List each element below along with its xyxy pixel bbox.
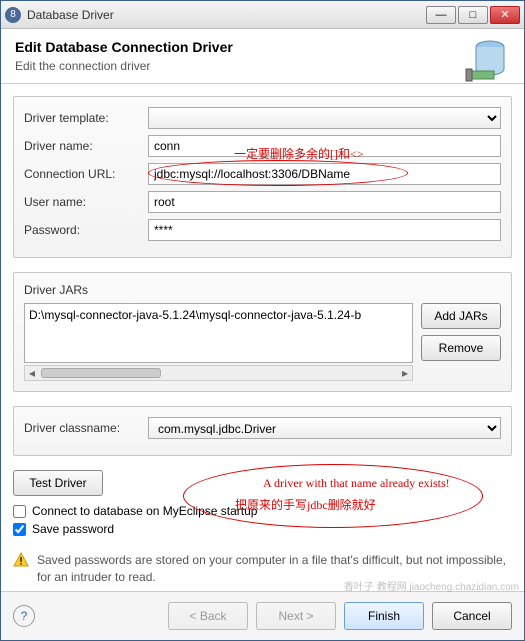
window: 8 Database Driver — □ ✕ Edit Database Co… bbox=[0, 0, 525, 641]
driver-fields: Driver template: Driver name: Connection… bbox=[13, 96, 512, 258]
window-buttons: — □ ✕ bbox=[426, 6, 520, 24]
window-title: Database Driver bbox=[27, 8, 426, 22]
list-item[interactable]: D:\mysql-connector-java-5.1.24\mysql-con… bbox=[29, 308, 408, 322]
pass-label: Password: bbox=[24, 223, 142, 237]
jars-label: Driver JARs bbox=[24, 283, 501, 297]
save-password-checkbox[interactable] bbox=[13, 523, 26, 536]
jars-list[interactable]: D:\mysql-connector-java-5.1.24\mysql-con… bbox=[24, 303, 413, 363]
template-select[interactable] bbox=[148, 107, 501, 129]
minimize-button[interactable]: — bbox=[426, 6, 456, 24]
template-label: Driver template: bbox=[24, 111, 142, 125]
save-password-label: Save password bbox=[32, 522, 114, 536]
url-input[interactable] bbox=[148, 163, 501, 185]
add-jars-button[interactable]: Add JARs bbox=[421, 303, 501, 329]
user-label: User name: bbox=[24, 195, 142, 209]
content: Driver template: Driver name: Connection… bbox=[1, 84, 524, 591]
jars-scrollbar[interactable]: ◂ ▸ bbox=[24, 365, 413, 381]
connect-startup-checkbox[interactable] bbox=[13, 505, 26, 518]
warning-icon bbox=[13, 552, 29, 568]
url-label: Connection URL: bbox=[24, 167, 142, 181]
maximize-button[interactable]: □ bbox=[458, 6, 488, 24]
close-button[interactable]: ✕ bbox=[490, 6, 520, 24]
name-label: Driver name: bbox=[24, 139, 142, 153]
checkbox-group: Connect to database on MyEclipse startup… bbox=[13, 504, 512, 540]
app-icon: 8 bbox=[5, 7, 21, 23]
classname-group: Driver classname: com.mysql.jdbc.Driver bbox=[13, 406, 512, 456]
scroll-left-icon[interactable]: ◂ bbox=[25, 366, 39, 380]
watermark: 香叶子 教程网 jiaocheng.chazidian.com bbox=[344, 578, 519, 593]
annotation-text-2: A driver with that name already exists! bbox=[263, 476, 450, 491]
database-icon bbox=[460, 37, 510, 87]
cancel-button[interactable]: Cancel bbox=[432, 602, 512, 630]
classname-label: Driver classname: bbox=[24, 421, 142, 435]
pass-input[interactable] bbox=[148, 219, 501, 241]
classname-select[interactable]: com.mysql.jdbc.Driver bbox=[148, 417, 501, 439]
jars-group: Driver JARs D:\mysql-connector-java-5.1.… bbox=[13, 272, 512, 392]
footer: ? < Back Next > Finish Cancel bbox=[1, 591, 524, 640]
titlebar: 8 Database Driver — □ ✕ bbox=[1, 1, 524, 29]
user-input[interactable] bbox=[148, 191, 501, 213]
page-subtitle: Edit the connection driver bbox=[15, 59, 233, 73]
help-button[interactable]: ? bbox=[13, 605, 35, 627]
connect-startup-label: Connect to database on MyEclipse startup bbox=[32, 504, 257, 518]
scroll-thumb[interactable] bbox=[41, 368, 161, 378]
finish-button[interactable]: Finish bbox=[344, 602, 424, 630]
header: Edit Database Connection Driver Edit the… bbox=[1, 29, 524, 84]
name-input[interactable] bbox=[148, 135, 501, 157]
next-button[interactable]: Next > bbox=[256, 602, 336, 630]
back-button[interactable]: < Back bbox=[168, 602, 248, 630]
remove-jar-button[interactable]: Remove bbox=[421, 335, 501, 361]
page-title: Edit Database Connection Driver bbox=[15, 39, 233, 55]
test-driver-button[interactable]: Test Driver bbox=[13, 470, 103, 496]
scroll-right-icon[interactable]: ▸ bbox=[398, 366, 412, 380]
